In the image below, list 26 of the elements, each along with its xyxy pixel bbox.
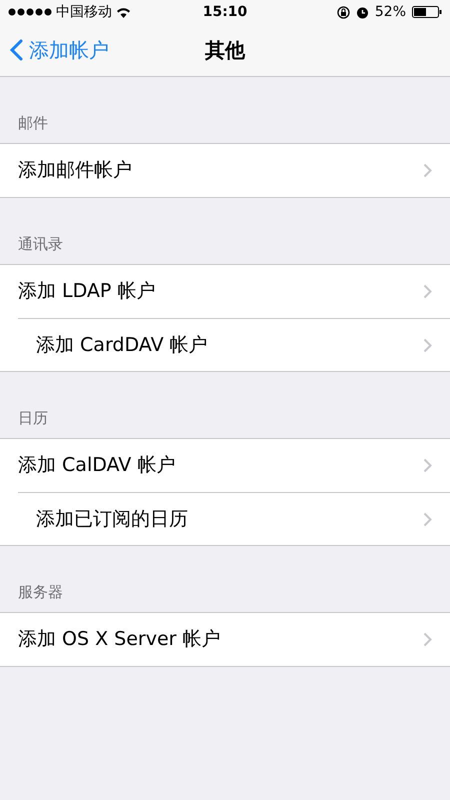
carrier-name: 中国移动 <box>56 2 112 22</box>
list-row[interactable]: 添加 OS X Server 帐户 <box>0 613 450 666</box>
chevron-right-icon <box>423 338 432 352</box>
rotation-lock-icon <box>336 6 350 18</box>
wifi-icon <box>116 6 131 18</box>
section-header: 服务器 <box>18 582 63 602</box>
nav-title: 其他 <box>205 37 245 64</box>
chevron-left-icon <box>10 39 23 61</box>
chevron-right-icon <box>423 632 432 647</box>
status-time: 15:10 <box>202 2 248 22</box>
list-row[interactable]: 添加 LDAP 帐户 <box>0 265 450 318</box>
section-header: 邮件 <box>18 112 48 134</box>
chevron-right-icon <box>423 512 432 526</box>
list-row[interactable]: 添加已订阅的日历 <box>18 492 450 545</box>
list-row[interactable]: 添加邮件帐户 <box>0 144 450 197</box>
chevron-right-icon <box>423 284 432 299</box>
battery-percentage: 52% <box>374 2 406 22</box>
section-header: 日历 <box>18 408 48 428</box>
list-row[interactable]: 添加 CalDAV 帐户 <box>0 439 450 492</box>
section-header: 通讯录 <box>18 234 63 254</box>
chevron-right-icon <box>423 163 432 178</box>
battery-icon <box>412 6 442 18</box>
chevron-right-icon <box>423 458 432 473</box>
alarm-clock-icon <box>356 6 369 18</box>
signal-icon <box>8 8 52 16</box>
list-row[interactable]: 添加 CardDAV 帐户 <box>18 318 450 371</box>
